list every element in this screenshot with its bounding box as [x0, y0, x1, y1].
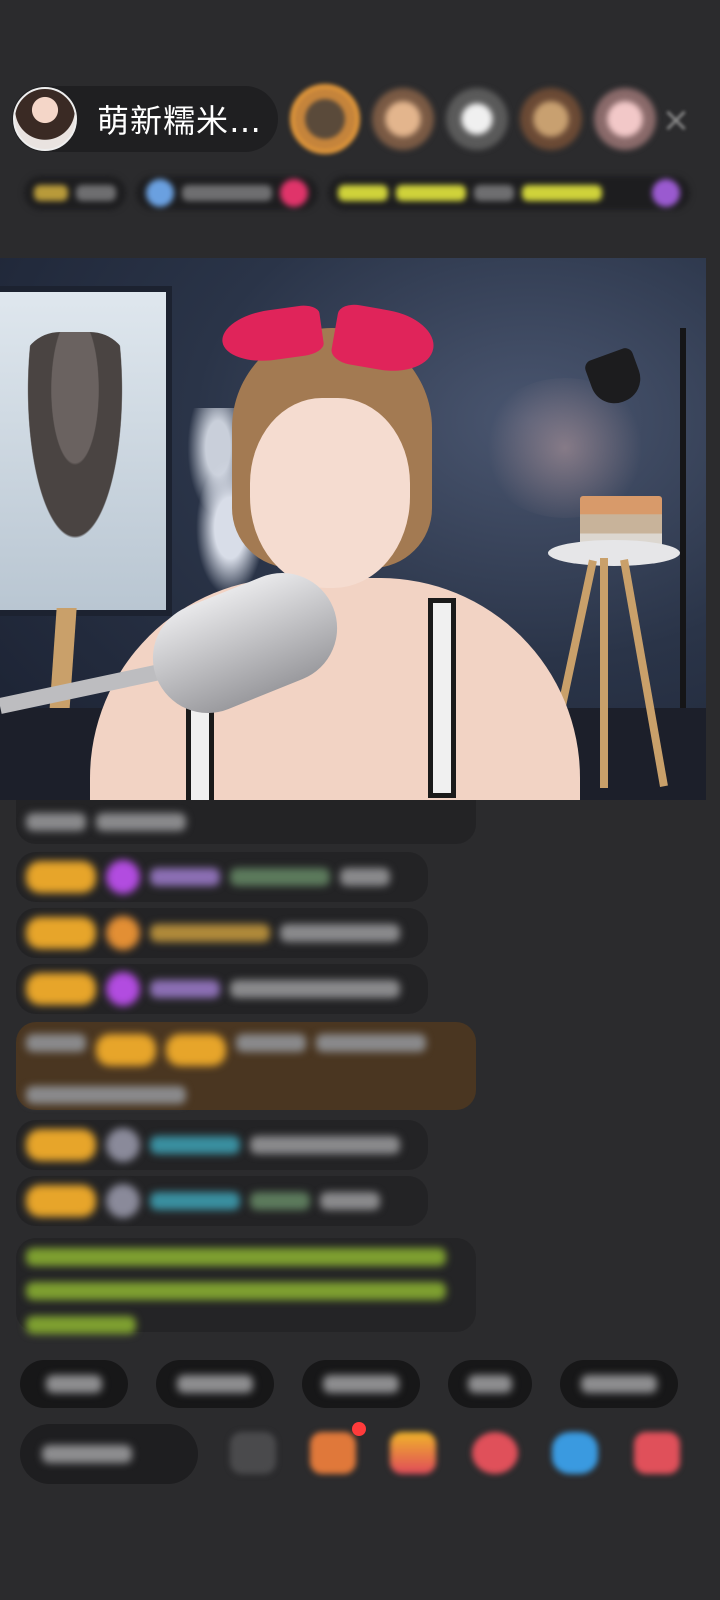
info-icon — [280, 179, 308, 207]
host-info-pill[interactable]: 萌新糯米… — [12, 86, 278, 152]
chat-text — [230, 980, 400, 998]
info-icon — [652, 179, 680, 207]
chat-message — [16, 1120, 428, 1170]
chat-username[interactable] — [150, 980, 220, 998]
chat-username[interactable] — [150, 868, 220, 886]
streamer-face — [250, 398, 410, 588]
quick-reply-button[interactable] — [302, 1360, 420, 1408]
room-info-bar — [24, 170, 690, 216]
level-badge — [26, 861, 96, 893]
chat-text — [316, 1034, 426, 1052]
quick-reply-button[interactable] — [156, 1360, 274, 1408]
side-table — [548, 540, 680, 566]
viewer-avatar[interactable] — [372, 88, 434, 150]
chat-text — [26, 813, 86, 831]
chat-text — [230, 868, 330, 886]
level-badge — [26, 1185, 96, 1217]
level-badge — [26, 917, 96, 949]
info-chip[interactable] — [136, 176, 318, 210]
info-text — [76, 185, 116, 201]
chat-text — [320, 1192, 380, 1210]
announcement-chip[interactable] — [328, 176, 690, 210]
chat-username[interactable] — [150, 924, 270, 942]
viewer-avatar[interactable] — [290, 84, 360, 154]
close-icon[interactable]: × — [656, 100, 696, 140]
treasure-icon[interactable] — [390, 1432, 436, 1474]
game-icon[interactable] — [552, 1432, 598, 1474]
gem-icon — [106, 860, 140, 894]
chat-message-highlighted — [16, 1022, 476, 1110]
emoji-icon[interactable] — [230, 1432, 276, 1474]
chat-text — [26, 1034, 86, 1052]
chat-input-button[interactable] — [20, 1424, 198, 1484]
notice-text — [26, 1316, 136, 1334]
chat-username[interactable] — [150, 1192, 240, 1210]
quick-reply-button[interactable] — [20, 1360, 128, 1408]
fan-badge — [166, 1034, 226, 1066]
chat-text — [26, 1086, 186, 1104]
chat-message — [16, 852, 428, 902]
chat-username[interactable] — [150, 1136, 240, 1154]
info-text — [338, 185, 388, 201]
level-badge — [96, 1034, 156, 1066]
quick-reply-button[interactable] — [448, 1360, 532, 1408]
host-name: 萌新糯米… — [97, 102, 263, 140]
strap — [428, 598, 456, 798]
info-text — [182, 185, 272, 201]
avatar-icon — [106, 1128, 140, 1162]
chat-text — [96, 813, 186, 831]
top-viewers-list — [290, 82, 656, 156]
chat-username[interactable] — [236, 1034, 306, 1052]
more-icon[interactable] — [634, 1432, 680, 1474]
notice-text — [26, 1282, 446, 1300]
quick-reply-button[interactable] — [560, 1360, 678, 1408]
info-icon — [146, 179, 174, 207]
chat-message — [16, 800, 476, 844]
chat-message — [16, 1176, 428, 1226]
gift-box-icon[interactable] — [310, 1432, 356, 1474]
level-badge — [26, 973, 96, 1005]
level-badge — [26, 1129, 96, 1161]
info-text — [522, 185, 602, 201]
notification-badge — [352, 1422, 366, 1436]
notice-text — [26, 1248, 446, 1266]
chat-text — [280, 924, 400, 942]
viewer-avatar[interactable] — [520, 88, 582, 150]
info-chip[interactable] — [24, 176, 126, 210]
host-avatar[interactable] — [13, 87, 77, 151]
hair-bow — [222, 300, 434, 370]
fan-badge-icon — [106, 916, 140, 950]
info-text — [474, 185, 514, 201]
bottom-toolbar — [20, 1422, 700, 1486]
quick-reply-bar — [20, 1360, 678, 1408]
chat-text — [250, 1192, 310, 1210]
avatar-icon — [106, 1184, 140, 1218]
live-video[interactable] — [0, 258, 706, 800]
system-notice — [16, 1238, 476, 1334]
chat-text — [340, 868, 390, 886]
rank-badge — [34, 185, 68, 201]
viewer-avatar[interactable] — [446, 88, 508, 150]
viewer-avatar[interactable] — [594, 88, 656, 150]
table-leg — [600, 558, 608, 788]
gift-icon[interactable] — [472, 1432, 518, 1474]
chat-message — [16, 964, 428, 1014]
chat-text — [250, 1136, 400, 1154]
gem-icon — [106, 972, 140, 1006]
background-painting — [0, 286, 172, 616]
chat-message — [16, 908, 428, 958]
lamp-pole — [680, 328, 686, 748]
info-text — [396, 185, 466, 201]
